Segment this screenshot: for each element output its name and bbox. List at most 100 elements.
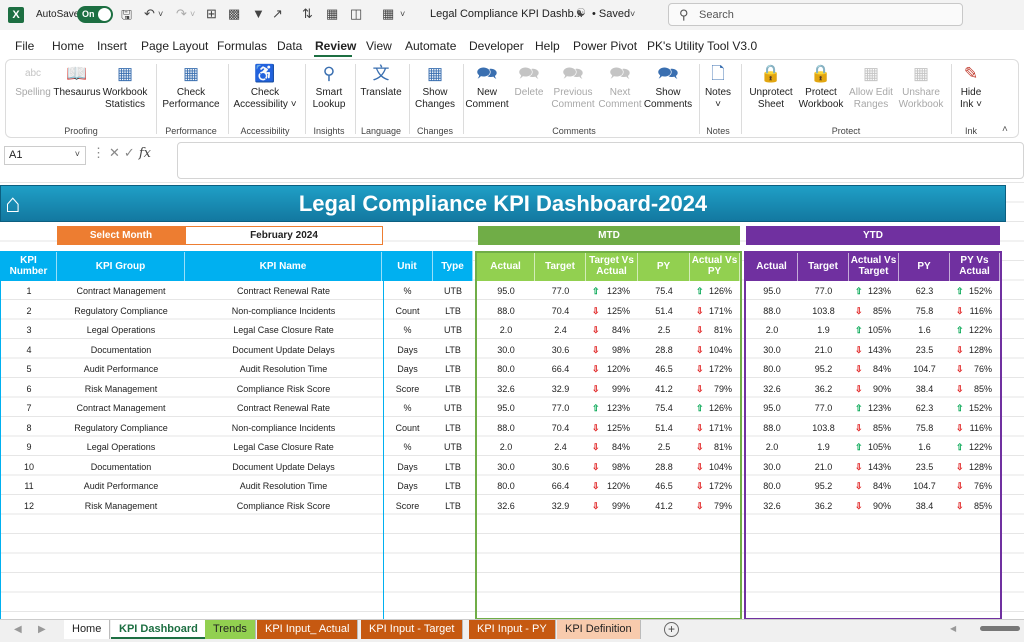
cell-m-act[interactable]: 32.6 [477, 380, 535, 399]
cell-m-act[interactable]: 95.0 [477, 399, 535, 418]
cell-m-act[interactable]: 32.6 [477, 497, 535, 516]
name-box[interactable]: A1 ˅ [4, 146, 86, 165]
cell-m-avp[interactable]: ⇩ 104% [690, 458, 740, 477]
cell-y-pva[interactable]: ⇩ 76% [950, 360, 1000, 379]
save-state[interactable]: • Saved [592, 8, 630, 20]
cell-y-py[interactable]: 1.6 [899, 438, 950, 457]
cell-unit[interactable]: Days [382, 477, 433, 496]
cell-m-py[interactable]: 2.5 [638, 321, 690, 340]
cell-name[interactable]: Compliance Risk Score [185, 497, 382, 516]
borders-icon[interactable]: ⊞ [206, 6, 217, 22]
cell-num[interactable]: 5 [1, 360, 57, 379]
cell-type[interactable]: LTB [433, 360, 473, 379]
check-performance-button[interactable]: ▦ Check Performance [161, 63, 221, 111]
cell-m-tgt[interactable]: 66.4 [535, 360, 586, 379]
cell-group[interactable]: Risk Management [57, 497, 185, 516]
cell-y-avt[interactable]: ⇧ 105% [849, 438, 899, 457]
cell-name[interactable]: Legal Case Closure Rate [185, 438, 382, 457]
menu-file[interactable]: File [15, 39, 34, 53]
cell-unit[interactable]: Score [382, 497, 433, 516]
cell-num[interactable]: 10 [1, 458, 57, 477]
redo-dropdown-icon[interactable]: ˅ [190, 9, 195, 19]
cell-group[interactable]: Legal Operations [57, 321, 185, 340]
cell-name[interactable]: Non-compliance Incidents [185, 419, 382, 438]
cell-m-avp[interactable]: ⇧ 126% [690, 282, 740, 301]
calculator-icon[interactable]: ▦ [382, 6, 394, 22]
cell-name[interactable]: Document Update Delays [185, 458, 382, 477]
cell-m-tva[interactable]: ⇧ 123% [586, 399, 638, 418]
cell-unit[interactable]: % [382, 438, 433, 457]
cell-y-pva[interactable]: ⇩ 128% [950, 341, 1000, 360]
cell-group[interactable]: Contract Management [57, 282, 185, 301]
menu-data[interactable]: Data [277, 39, 302, 53]
cell-unit[interactable]: Days [382, 360, 433, 379]
filter-icon[interactable]: ▼ [252, 6, 265, 21]
picture-icon[interactable]: ▩ [228, 6, 240, 22]
cell-y-pva[interactable]: ⇩ 128% [950, 458, 1000, 477]
cell-y-tgt[interactable]: 21.0 [798, 458, 849, 477]
cell-y-avt[interactable]: ⇧ 105% [849, 321, 899, 340]
cell-m-tva[interactable]: ⇩ 99% [586, 380, 638, 399]
autosave-toggle[interactable]: On [77, 6, 113, 23]
cell-y-avt[interactable]: ⇩ 90% [849, 380, 899, 399]
cell-m-py[interactable]: 75.4 [638, 399, 690, 418]
cell-type[interactable]: UTB [433, 321, 473, 340]
cell-y-pva[interactable]: ⇩ 85% [950, 497, 1000, 516]
cell-y-act[interactable]: 30.0 [746, 458, 798, 477]
cell-m-act[interactable]: 2.0 [477, 438, 535, 457]
cell-m-py[interactable]: 28.8 [638, 458, 690, 477]
cell-m-tgt[interactable]: 32.9 [535, 380, 586, 399]
cell-m-tgt[interactable]: 77.0 [535, 282, 586, 301]
cell-m-tgt[interactable]: 2.4 [535, 438, 586, 457]
horizontal-scrollbar[interactable] [960, 625, 1020, 633]
cell-m-act[interactable]: 95.0 [477, 282, 535, 301]
cell-y-pva[interactable]: ⇧ 122% [950, 438, 1000, 457]
previous-comment-button[interactable]: 🗪 Previous Comment [548, 63, 598, 111]
cell-y-py[interactable]: 1.6 [899, 321, 950, 340]
cell-y-avt[interactable]: ⇩ 90% [849, 497, 899, 516]
cell-unit[interactable]: Score [382, 380, 433, 399]
prev-sheet-icon[interactable]: ◀ [14, 624, 22, 635]
sheet-tab[interactable]: KPI Input_ Actual [257, 620, 359, 639]
cell-m-py[interactable]: 51.4 [638, 302, 690, 321]
cell-m-py[interactable]: 41.2 [638, 380, 690, 399]
protect-workbook-button[interactable]: 🔒 Protect Workbook [796, 63, 846, 111]
cell-group[interactable]: Audit Performance [57, 477, 185, 496]
cell-m-avp[interactable]: ⇩ 104% [690, 341, 740, 360]
customize-toolbar-icon[interactable]: ˅ [400, 9, 405, 19]
cell-m-py[interactable]: 41.2 [638, 497, 690, 516]
cell-m-act[interactable]: 2.0 [477, 321, 535, 340]
cell-y-py[interactable]: 38.4 [899, 380, 950, 399]
undo-icon[interactable]: ↶ [144, 6, 155, 22]
cell-m-tgt[interactable]: 66.4 [535, 477, 586, 496]
cell-m-tva[interactable]: ⇩ 98% [586, 458, 638, 477]
cell-y-avt[interactable]: ⇩ 85% [849, 302, 899, 321]
cell-y-tgt[interactable]: 1.9 [798, 438, 849, 457]
cell-y-pva[interactable]: ⇧ 152% [950, 282, 1000, 301]
cell-type[interactable]: UTB [433, 282, 473, 301]
cell-y-tgt[interactable]: 77.0 [798, 282, 849, 301]
hide-ink-button[interactable]: ✎ Hide Ink ˅ [954, 63, 988, 111]
cell-type[interactable]: LTB [433, 458, 473, 477]
name-box-chevron-icon[interactable]: ˅ [75, 149, 80, 159]
cell-unit[interactable]: % [382, 399, 433, 418]
cell-unit[interactable]: Count [382, 419, 433, 438]
cell-m-tva[interactable]: ⇧ 123% [586, 282, 638, 301]
sheet-tab[interactable]: KPI Input - Target [361, 620, 464, 639]
save-state-chevron-icon[interactable]: ˅ [630, 9, 635, 19]
cell-group[interactable]: Documentation [57, 341, 185, 360]
cell-type[interactable]: UTB [433, 399, 473, 418]
cell-y-py[interactable]: 75.8 [899, 302, 950, 321]
show-comments-button[interactable]: 🗪 Show Comments [642, 63, 694, 111]
cell-group[interactable]: Regulatory Compliance [57, 419, 185, 438]
cell-m-tva[interactable]: ⇩ 98% [586, 341, 638, 360]
cell-m-tgt[interactable]: 32.9 [535, 497, 586, 516]
cell-m-act[interactable]: 88.0 [477, 419, 535, 438]
scrollbar-thumb[interactable] [980, 626, 1020, 631]
coauthor-icon[interactable]: ☯ [576, 6, 586, 19]
cell-y-tgt[interactable]: 103.8 [798, 302, 849, 321]
cell-m-py[interactable]: 28.8 [638, 341, 690, 360]
select-month-dropdown[interactable]: February 2024 [185, 226, 383, 245]
cell-y-avt[interactable]: ⇩ 143% [849, 458, 899, 477]
cell-num[interactable]: 8 [1, 419, 57, 438]
